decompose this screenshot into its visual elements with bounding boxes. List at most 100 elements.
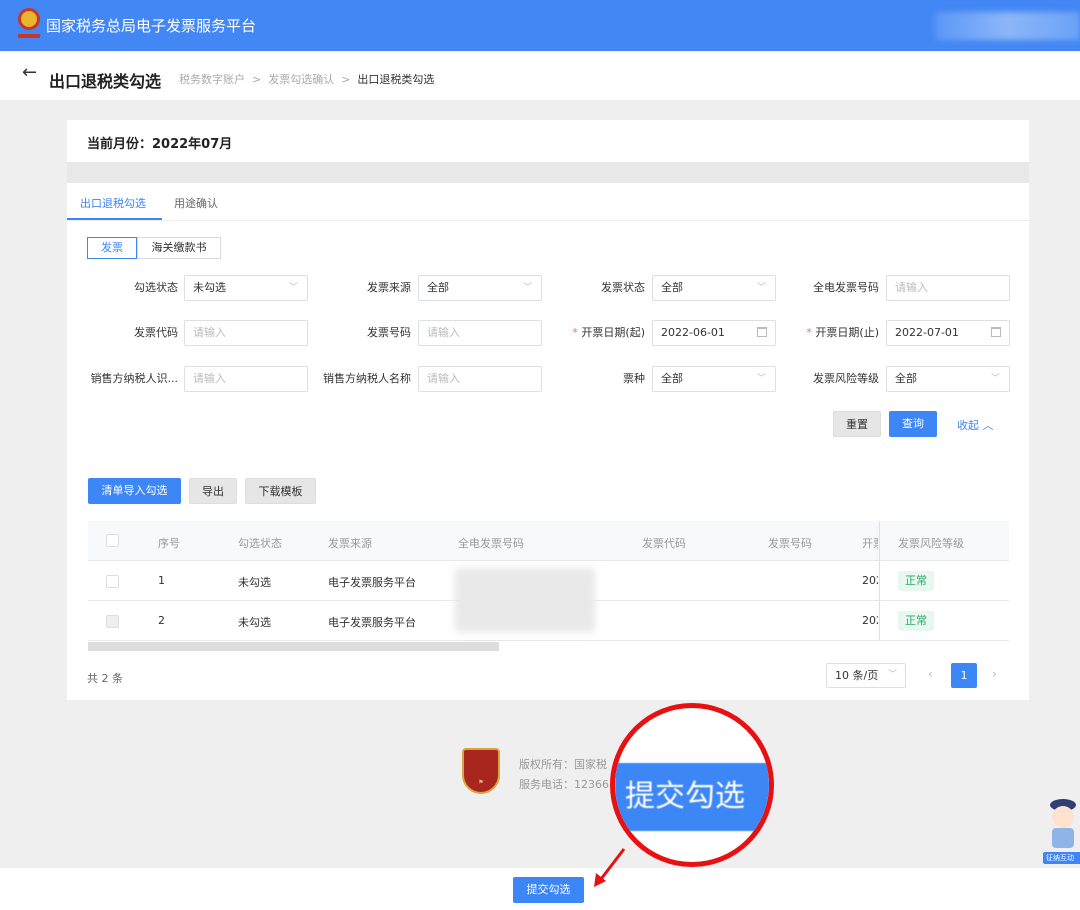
select-field[interactable]: 全部 ﹀	[652, 366, 776, 392]
query-button[interactable]: 查询	[889, 411, 937, 437]
field-label-text: 全电发票号码	[813, 281, 879, 294]
cell-status: 未勾选	[238, 616, 271, 629]
horizontal-scrollbar[interactable]	[88, 642, 499, 651]
input-field[interactable]: 请输入	[886, 275, 1010, 301]
download-template-button[interactable]: 下载模板	[245, 478, 316, 504]
placeholder-text: 请输入	[193, 326, 226, 339]
column-header: 发票风险等级	[898, 537, 964, 550]
prev-page-icon[interactable]: ‹	[928, 667, 933, 681]
assistant-label[interactable]: 征纳互动	[1043, 852, 1080, 864]
field-label-text: 销售方纳税人识...	[90, 372, 179, 385]
page-size-value: 10 条/页	[835, 669, 879, 682]
field-label-text: 发票号码	[367, 326, 411, 339]
back-arrow-icon[interactable]: ←	[22, 62, 37, 83]
date-field[interactable]: 2022-07-01	[886, 320, 1010, 346]
field-label-text: 勾选状态	[134, 281, 178, 294]
invoice-number-redacted	[455, 568, 595, 632]
select-all-checkbox[interactable]	[106, 534, 119, 547]
field-label-text: 开票日期(止)	[815, 326, 879, 339]
fixed-column-shadow	[879, 521, 880, 641]
top-header: 国家税务总局电子发票服务平台	[0, 0, 1080, 51]
submit-selection-button[interactable]: 提交勾选	[513, 877, 584, 903]
select-field[interactable]: 全部 ﹀	[886, 366, 1010, 392]
field-label-text: 开票日期(起)	[581, 326, 645, 339]
copyright-text: 版权所有：国家税	[519, 758, 607, 771]
field-label: 发票号码	[291, 320, 411, 346]
field-value: 2022-07-01	[895, 326, 959, 339]
chevron-up-icon: ︿	[982, 419, 994, 432]
select-field[interactable]: 全部 ﹀	[418, 275, 542, 301]
collapse-link[interactable]: 收起 ︿	[957, 417, 994, 433]
reset-button[interactable]: 重置	[833, 411, 881, 437]
active-tab-indicator	[67, 218, 162, 220]
field-label: 销售方纳税人识...	[58, 366, 179, 392]
cell-index: 1	[158, 574, 165, 587]
row-checkbox[interactable]	[106, 575, 119, 588]
placeholder-text: 请输入	[895, 281, 928, 294]
export-button[interactable]: 导出	[189, 478, 237, 504]
field-label: 勾选状态	[58, 275, 178, 301]
chevron-down-icon: ﹀	[887, 670, 897, 680]
current-month: 当前月份：2022年07月	[87, 137, 233, 152]
breadcrumb-item[interactable]: 税务数字账户	[179, 73, 245, 86]
input-field[interactable]: 请输入	[418, 366, 542, 392]
submit-button-magnified: 提交勾选	[615, 763, 769, 831]
field-label: * 开票日期(起)	[525, 320, 645, 346]
cell-source: 电子发票服务平台	[328, 616, 416, 629]
page-size-select[interactable]: 10 条/页 ﹀	[826, 663, 906, 688]
divider-band	[67, 162, 1029, 183]
segment-invoice[interactable]: 发票	[87, 237, 137, 259]
next-page-icon[interactable]: ›	[992, 667, 997, 681]
page-button[interactable]: 1	[951, 663, 977, 688]
tab-export-refund[interactable]: 出口退税勾选	[80, 195, 146, 211]
cell-index: 2	[158, 614, 165, 627]
field-value: 未勾选	[193, 281, 226, 294]
calendar-icon	[991, 327, 1001, 337]
breadcrumb-current: 出口退税类勾选	[357, 73, 435, 86]
placeholder-text: 请输入	[427, 372, 460, 385]
field-value: 2022-06-01	[661, 326, 725, 339]
service-phone: 服务电话：12366	[519, 778, 609, 791]
risk-level-badge: 正常	[898, 571, 934, 591]
app-title: 国家税务总局电子发票服务平台	[46, 17, 257, 35]
column-header: 发票来源	[328, 537, 372, 550]
breadcrumb-item[interactable]: 发票勾选确认	[268, 73, 334, 86]
field-label-text: 发票风险等级	[813, 372, 879, 385]
field-label: 发票风险等级	[759, 366, 879, 392]
select-field[interactable]: 未勾选 ﹀	[184, 275, 308, 301]
input-field[interactable]: 请输入	[184, 320, 308, 346]
import-select-button[interactable]: 清单导入勾选	[88, 478, 181, 504]
annotation-arrow-icon	[594, 848, 626, 887]
select-field[interactable]: 全部 ﹀	[652, 275, 776, 301]
field-label-text: 发票代码	[134, 326, 178, 339]
column-header: 发票代码	[642, 537, 686, 550]
tax-logo-icon: ⚑	[462, 748, 500, 794]
column-header: 勾选状态	[238, 537, 282, 550]
placeholder-text: 请输入	[427, 326, 460, 339]
emblem-ribbon	[18, 34, 40, 38]
segment-customs-payment[interactable]: 海关缴款书	[137, 237, 221, 259]
column-header: 发票号码	[768, 537, 812, 550]
field-label: 全电发票号码	[759, 275, 879, 301]
column-header: 全电发票号码	[458, 537, 524, 550]
cell-date: 202	[862, 574, 878, 587]
row-checkbox[interactable]	[106, 615, 119, 628]
tab-divider	[67, 220, 1029, 221]
field-label: 销售方纳税人名称	[291, 366, 411, 392]
placeholder-text: 请输入	[193, 372, 226, 385]
field-value: 全部	[661, 281, 683, 294]
cell-source: 电子发票服务平台	[328, 576, 416, 589]
assistant-mascot-icon[interactable]	[1046, 797, 1080, 851]
page-title: 出口退税类勾选	[49, 72, 162, 91]
input-field[interactable]: 请输入	[184, 366, 308, 392]
input-field[interactable]: 请输入	[418, 320, 542, 346]
field-label: * 开票日期(止)	[759, 320, 879, 346]
field-label-text: 发票来源	[367, 281, 411, 294]
national-emblem-icon	[18, 8, 40, 30]
column-header: 序号	[158, 537, 180, 550]
tab-purpose-confirm[interactable]: 用途确认	[174, 195, 218, 211]
field-value: 全部	[427, 281, 449, 294]
user-info-blurred[interactable]	[935, 12, 1080, 40]
date-field[interactable]: 2022-06-01	[652, 320, 776, 346]
column-header: 开票	[862, 537, 878, 550]
